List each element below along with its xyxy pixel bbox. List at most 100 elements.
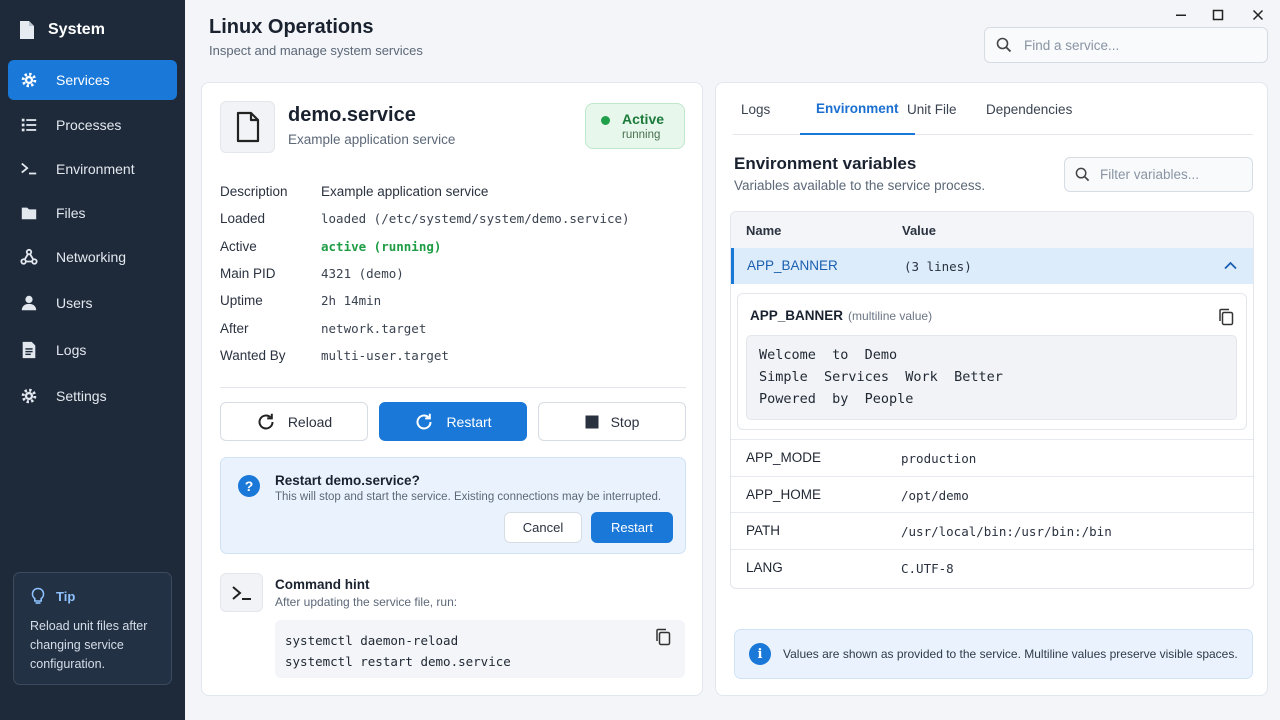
status-dot-icon <box>601 116 610 125</box>
detail-variable-name: APP_BANNER <box>750 308 844 323</box>
property-key: Uptime <box>220 293 263 309</box>
search-icon <box>996 37 1012 53</box>
command-hint-title: Command hint <box>275 577 370 592</box>
sidebar-item-logs[interactable]: Logs <box>8 330 177 370</box>
filter-input[interactable] <box>1100 167 1240 182</box>
sidebar-item-label: Files <box>56 205 86 221</box>
code-line: systemctl restart demo.service <box>285 654 511 669</box>
sidebar-item-processes[interactable]: Processes <box>8 105 177 145</box>
maximize-icon <box>1212 9 1224 21</box>
restart-icon <box>416 413 432 429</box>
sidebar-item-label: Settings <box>56 388 107 404</box>
reload-icon <box>258 413 274 429</box>
chevron-up-icon[interactable] <box>1224 261 1237 270</box>
close-icon <box>1252 9 1264 21</box>
terminal-icon <box>231 585 251 600</box>
tab-environment[interactable]: Environment <box>800 83 915 135</box>
property-row: Description Example application service <box>220 178 690 205</box>
variable-name: APP_BANNER <box>747 258 838 273</box>
table-row[interactable]: APP_MODE production <box>731 439 1253 476</box>
sidebar-item-files[interactable]: Files <box>8 193 177 233</box>
question-icon: ? <box>238 475 260 497</box>
restart-button[interactable]: Restart <box>379 402 527 441</box>
variable-name: PATH <box>746 523 781 538</box>
multiline-value-panel: APP_BANNER (multiline value) Welcome to D… <box>737 293 1247 430</box>
property-key: After <box>220 320 249 336</box>
service-name: demo.service <box>288 104 416 126</box>
cancel-button[interactable]: Cancel <box>504 512 582 543</box>
maximize-button[interactable] <box>1209 6 1227 24</box>
variable-name: APP_HOME <box>746 486 822 502</box>
tip-title: Tip <box>56 588 76 604</box>
list-icon <box>21 118 37 132</box>
search-input[interactable] <box>1024 37 1224 53</box>
reload-label: Reload <box>287 413 333 430</box>
property-value: 2h 14min <box>321 293 382 309</box>
sidebar-item-users[interactable]: Users <box>8 283 177 323</box>
confirm-title: Restart demo.service? <box>275 473 420 488</box>
status-label: Active <box>622 111 665 127</box>
tip-panel: Tip Reload unit files after changing ser… <box>13 572 172 685</box>
sidebar-item-label: Processes <box>56 117 122 133</box>
service-properties: Description Example application service … <box>220 178 690 369</box>
variable-value: C.UTF-8 <box>901 560 954 576</box>
detail-tabs: Logs Environment Unit File Dependencies <box>733 83 1253 135</box>
confirm-restart-button[interactable]: Restart <box>591 512 673 543</box>
service-description: Example application service <box>288 132 456 147</box>
stop-button[interactable]: Stop <box>538 402 686 441</box>
environment-table: Name Value APP_BANNER (3 lines) APP_BANN… <box>730 211 1254 589</box>
copy-icon[interactable] <box>1218 308 1234 326</box>
command-hint-subtitle: After updating the service file, run: <box>275 595 458 609</box>
minimize-button[interactable] <box>1172 6 1190 24</box>
property-value: Example application service <box>321 184 489 200</box>
sidebar-item-label: Services <box>56 72 110 88</box>
table-row[interactable]: LANG C.UTF-8 <box>731 548 1253 586</box>
command-hint-tile <box>220 573 263 612</box>
sidebar-item-label: Environment <box>56 161 135 177</box>
property-row: Wanted By multi-user.target <box>220 342 690 369</box>
service-search[interactable] <box>984 27 1268 63</box>
variable-filter[interactable] <box>1064 157 1253 192</box>
table-header: Name Value <box>731 212 1253 248</box>
stop-icon <box>585 415 599 428</box>
sidebar-item-services[interactable]: Services <box>8 60 177 100</box>
variable-value: /opt/demo <box>901 487 969 503</box>
copy-icon[interactable] <box>655 628 671 646</box>
sidebar-item-environment[interactable]: Environment <box>8 149 177 189</box>
search-icon <box>1075 167 1090 182</box>
environment-title: Environment variables <box>734 154 917 173</box>
close-button[interactable] <box>1249 6 1267 24</box>
code-line: systemctl daemon-reload <box>285 633 459 648</box>
folder-icon <box>21 207 37 220</box>
sidebar-item-networking[interactable]: Networking <box>8 237 177 277</box>
document-icon <box>22 341 36 359</box>
property-value: loaded (/etc/systemd/system/demo.service… <box>321 211 630 227</box>
property-key: Main PID <box>220 266 276 282</box>
status-badge: Active running <box>585 103 685 149</box>
tab-unit-file[interactable]: Unit File <box>907 83 957 135</box>
property-row: Uptime 2h 14min <box>220 287 690 314</box>
sidebar-item-label: Logs <box>56 342 87 358</box>
tab-dependencies[interactable]: Dependencies <box>986 83 1072 135</box>
property-key: Description <box>220 184 288 200</box>
detail-note: (multiline value) <box>848 309 933 323</box>
property-row: Loaded loaded (/etc/systemd/system/demo.… <box>220 205 690 232</box>
app-header: System <box>18 20 105 40</box>
environment-subtitle: Variables available to the service proce… <box>734 178 986 193</box>
user-icon <box>21 295 37 311</box>
reload-button[interactable]: Reload <box>220 402 368 441</box>
tab-logs[interactable]: Logs <box>741 83 770 135</box>
sidebar-item-label: Networking <box>56 249 127 265</box>
sidebar-item-settings[interactable]: Settings <box>8 376 177 416</box>
table-row-expanded[interactable]: APP_BANNER (3 lines) <box>731 248 1253 284</box>
service-file-tile <box>220 101 275 153</box>
tip-text: Reload unit files after changing service… <box>30 619 148 671</box>
terminal-icon <box>21 162 37 175</box>
table-row[interactable]: PATH /usr/local/bin:/usr/bin:/bin <box>731 512 1253 549</box>
network-icon <box>20 248 38 265</box>
minimize-icon <box>1176 14 1186 16</box>
command-code-block: systemctl daemon-reload systemctl restar… <box>275 620 685 678</box>
page-title: Linux Operations <box>209 16 374 38</box>
table-row[interactable]: APP_HOME /opt/demo <box>731 475 1253 513</box>
info-text: Values are shown as provided to the serv… <box>783 647 1238 661</box>
